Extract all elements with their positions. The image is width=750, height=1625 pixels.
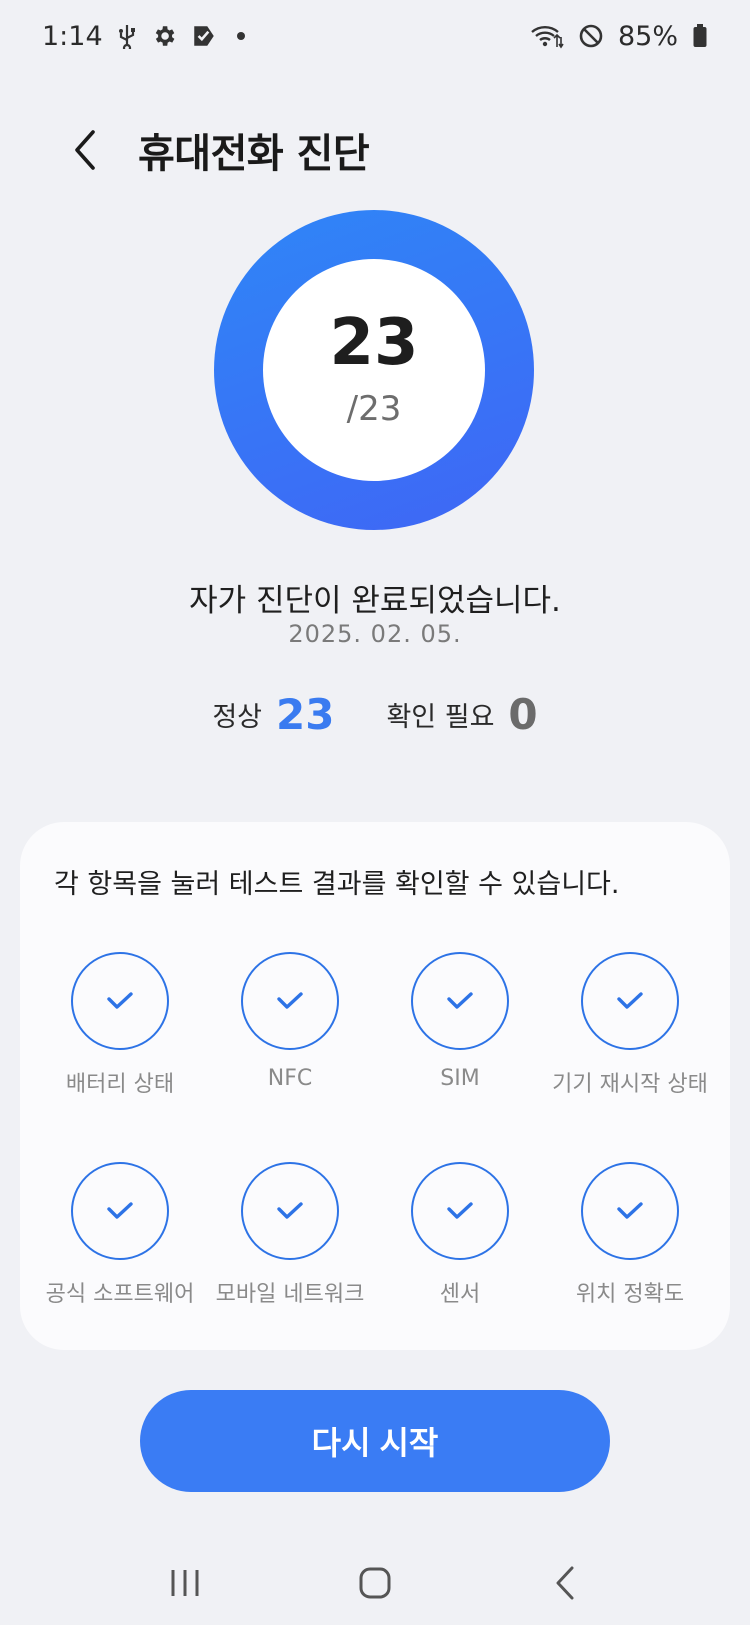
score-ring-inner: 23 /23 <box>263 259 485 481</box>
test-results-card: 각 항목을 눌러 테스트 결과를 확인할 수 있습니다. 배터리 상태 NFC … <box>20 822 730 1350</box>
check-circle <box>241 952 339 1050</box>
checkmark-icon <box>617 1202 643 1219</box>
test-item-mobile-network[interactable]: 모바일 네트워크 <box>205 1162 375 1308</box>
test-item-label: 배터리 상태 <box>65 1072 175 1097</box>
app-icon <box>191 23 217 49</box>
checkmark-icon <box>107 992 133 1009</box>
test-item-label: NFC <box>267 1066 313 1091</box>
gear-icon <box>151 23 177 49</box>
test-item-label: 공식 소프트웨어 <box>45 1282 195 1307</box>
battery-icon <box>692 23 708 49</box>
restart-button[interactable]: 다시 시작 <box>140 1390 610 1492</box>
checkmark-icon <box>107 1202 133 1219</box>
navigation-bar <box>0 1540 750 1625</box>
test-item-restart-status[interactable]: 기기 재시작 상태 <box>545 952 715 1098</box>
completion-message: 자가 진단이 완료되었습니다. <box>189 583 561 619</box>
phone-screen: 1:14 85% 휴대전화 진단 23 /23 자가 진단이 완료되었습니다. … <box>0 0 750 1625</box>
check-circle <box>581 1162 679 1260</box>
test-item-label: 모바일 네트워크 <box>215 1282 365 1307</box>
card-hint: 각 항목을 눌러 테스트 결과를 확인할 수 있습니다. <box>54 869 620 900</box>
test-item-location-accuracy[interactable]: 위치 정확도 <box>545 1162 715 1308</box>
test-item-label: 센서 <box>439 1282 481 1307</box>
test-items-grid: 배터리 상태 NFC SIM 기기 재시작 상태 공식 소프트웨어 모바일 네트… <box>20 952 730 1308</box>
header: 휴대전화 진단 <box>0 110 750 190</box>
checkmark-icon <box>277 992 303 1009</box>
score-ring: 23 /23 <box>214 210 534 530</box>
check-circle <box>241 1162 339 1260</box>
test-item-official-software[interactable]: 공식 소프트웨어 <box>35 1162 205 1308</box>
wifi-icon <box>530 23 564 49</box>
checkmark-icon <box>277 1202 303 1219</box>
do-not-disturb-icon <box>578 23 604 49</box>
diagnosis-date: 2025. 02. 05. <box>288 620 462 648</box>
check-circle <box>411 1162 509 1260</box>
home-icon <box>359 1567 391 1598</box>
test-item-label: 기기 재시작 상태 <box>552 1072 708 1097</box>
normal-label: 정상 <box>212 702 263 733</box>
test-item-battery[interactable]: 배터리 상태 <box>35 952 205 1098</box>
status-bar-left: 1:14 <box>42 21 245 52</box>
check-needed-label: 확인 필요 <box>386 702 495 733</box>
nav-back-button[interactable] <box>525 1553 605 1613</box>
checkmark-icon <box>447 1202 473 1219</box>
score-total: /23 <box>346 389 402 429</box>
page-title: 휴대전화 진단 <box>138 131 370 177</box>
check-circle <box>411 952 509 1050</box>
test-item-sim[interactable]: SIM <box>375 952 545 1098</box>
back-button[interactable] <box>40 110 130 190</box>
status-bar: 1:14 85% <box>0 0 750 72</box>
recent-apps-button[interactable] <box>145 1553 225 1613</box>
normal-count: 23 <box>276 690 335 739</box>
test-item-label: 위치 정확도 <box>575 1282 685 1307</box>
battery-percent: 85% <box>617 20 678 52</box>
check-needed-count: 0 <box>508 690 538 739</box>
check-circle <box>71 1162 169 1260</box>
back-arrow-icon <box>556 1566 574 1599</box>
test-item-label: SIM <box>440 1066 480 1091</box>
status-bar-right: 85% <box>530 21 708 52</box>
result-summary: 정상 23 확인 필요 0 <box>0 690 750 739</box>
checkmark-icon <box>617 992 643 1009</box>
checkmark-icon <box>447 992 473 1009</box>
chevron-left-icon <box>75 130 95 170</box>
home-button[interactable] <box>335 1553 415 1613</box>
check-circle <box>71 952 169 1050</box>
score-ring-outer: 23 /23 <box>214 210 534 530</box>
dot-icon <box>236 32 245 40</box>
usb-icon <box>117 23 137 49</box>
check-circle <box>581 952 679 1050</box>
recent-apps-icon <box>171 1569 199 1596</box>
test-item-sensor[interactable]: 센서 <box>375 1162 545 1308</box>
score-value: 23 <box>329 306 419 380</box>
test-item-nfc[interactable]: NFC <box>205 952 375 1098</box>
clock: 1:14 <box>42 20 103 52</box>
